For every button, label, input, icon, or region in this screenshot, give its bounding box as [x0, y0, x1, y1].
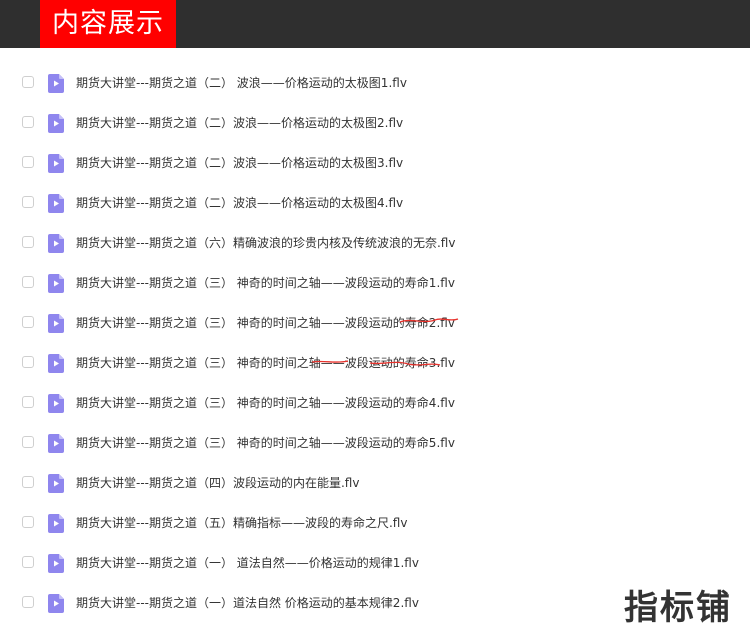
file-name[interactable]: 期货大讲堂---期货之道（二）波浪——价格运动的太极图2.flv [76, 115, 403, 131]
list-item[interactable]: 期货大讲堂---期货之道（二）波浪——价格运动的太极图4.flv [0, 183, 750, 223]
file-checkbox[interactable] [22, 76, 34, 88]
list-item[interactable]: 期货大讲堂---期货之道（三） 神奇的时间之轴——波段运动的寿命3.flv [0, 343, 750, 383]
list-item[interactable]: 期货大讲堂---期货之道（三） 神奇的时间之轴——波段运动的寿命5.flv [0, 423, 750, 463]
page-title: 内容展示 [40, 0, 176, 48]
video-file-icon [48, 234, 64, 253]
video-file-icon [48, 314, 64, 333]
file-checkbox[interactable] [22, 556, 34, 568]
video-file-icon [48, 354, 64, 373]
file-name[interactable]: 期货大讲堂---期货之道（三） 神奇的时间之轴——波段运动的寿命5.flv [76, 435, 455, 451]
file-checkbox[interactable] [22, 116, 34, 128]
list-item[interactable]: 期货大讲堂---期货之道（三） 神奇的时间之轴——波段运动的寿命1.flv [0, 263, 750, 303]
file-name[interactable]: 期货大讲堂---期货之道（六）精确波浪的珍贵内核及传统波浪的无奈.flv [76, 235, 455, 251]
watermark-logo: 指标铺 [624, 588, 732, 628]
file-checkbox[interactable] [22, 476, 34, 488]
file-name[interactable]: 期货大讲堂---期货之道（三） 神奇的时间之轴——波段运动的寿命1.flv [76, 275, 455, 291]
file-name[interactable]: 期货大讲堂---期货之道（二） 波浪——价格运动的太极图1.flv [76, 75, 407, 91]
video-file-icon [48, 114, 64, 133]
file-checkbox[interactable] [22, 156, 34, 168]
video-file-icon [48, 274, 64, 293]
video-file-icon [48, 594, 64, 613]
file-list: 期货大讲堂---期货之道（二） 波浪——价格运动的太极图1.flv 期货大讲堂--… [0, 63, 750, 623]
file-name[interactable]: 期货大讲堂---期货之道（一）道法自然 价格运动的基本规律2.flv [76, 595, 419, 611]
file-name[interactable]: 期货大讲堂---期货之道（三） 神奇的时间之轴——波段运动的寿命2.flv [76, 315, 455, 331]
file-name[interactable]: 期货大讲堂---期货之道（二）波浪——价格运动的太极图4.flv [76, 195, 403, 211]
file-checkbox[interactable] [22, 396, 34, 408]
video-file-icon [48, 74, 64, 93]
list-item[interactable]: 期货大讲堂---期货之道（二）波浪——价格运动的太极图2.flv [0, 103, 750, 143]
file-checkbox[interactable] [22, 236, 34, 248]
file-checkbox[interactable] [22, 356, 34, 368]
file-checkbox[interactable] [22, 316, 34, 328]
list-item[interactable]: 期货大讲堂---期货之道（二）波浪——价格运动的太极图3.flv [0, 143, 750, 183]
video-file-icon [48, 474, 64, 493]
file-name[interactable]: 期货大讲堂---期货之道（二）波浪——价格运动的太极图3.flv [76, 155, 403, 171]
list-item[interactable]: 期货大讲堂---期货之道（四）波段运动的内在能量.flv [0, 463, 750, 503]
file-checkbox[interactable] [22, 436, 34, 448]
list-item[interactable]: 期货大讲堂---期货之道（五）精确指标——波段的寿命之尺.flv [0, 503, 750, 543]
list-item[interactable]: 期货大讲堂---期货之道（六）精确波浪的珍贵内核及传统波浪的无奈.flv [0, 223, 750, 263]
file-checkbox[interactable] [22, 196, 34, 208]
video-file-icon [48, 154, 64, 173]
file-checkbox[interactable] [22, 276, 34, 288]
file-name[interactable]: 期货大讲堂---期货之道（四）波段运动的内在能量.flv [76, 475, 359, 491]
file-checkbox[interactable] [22, 516, 34, 528]
video-file-icon [48, 394, 64, 413]
list-item[interactable]: 期货大讲堂---期货之道（二） 波浪——价格运动的太极图1.flv [0, 63, 750, 103]
file-name[interactable]: 期货大讲堂---期货之道（五）精确指标——波段的寿命之尺.flv [76, 515, 407, 531]
header-bar: 内容展示 [0, 0, 750, 48]
page: 内容展示 期货大讲堂---期货之道（二） 波浪——价格运动的太极图1.flv 期货… [0, 0, 750, 636]
video-file-icon [48, 554, 64, 573]
video-file-icon [48, 194, 64, 213]
file-name[interactable]: 期货大讲堂---期货之道（三） 神奇的时间之轴——波段运动的寿命4.flv [76, 395, 455, 411]
list-item[interactable]: 期货大讲堂---期货之道（一） 道法自然——价格运动的规律1.flv [0, 543, 750, 583]
video-file-icon [48, 514, 64, 533]
list-item[interactable]: 期货大讲堂---期货之道（三） 神奇的时间之轴——波段运动的寿命4.flv [0, 383, 750, 423]
file-name[interactable]: 期货大讲堂---期货之道（三） 神奇的时间之轴——波段运动的寿命3.flv [76, 355, 455, 371]
file-name[interactable]: 期货大讲堂---期货之道（一） 道法自然——价格运动的规律1.flv [76, 555, 419, 571]
file-checkbox[interactable] [22, 596, 34, 608]
video-file-icon [48, 434, 64, 453]
list-item[interactable]: 期货大讲堂---期货之道（三） 神奇的时间之轴——波段运动的寿命2.flv [0, 303, 750, 343]
